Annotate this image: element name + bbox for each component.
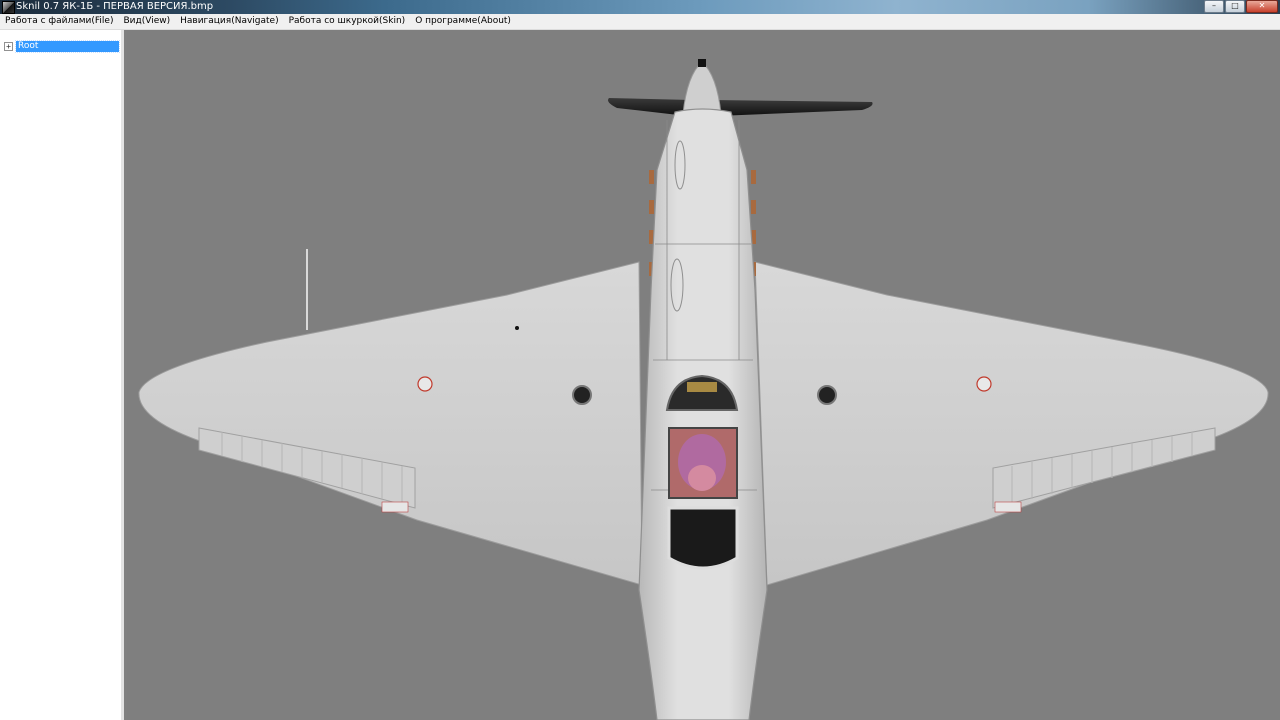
right-wing-marking — [976, 376, 992, 392]
window-title: Sknil 0.7 ЯК-1Б - ПЕРВАЯ ВЕРСИЯ.bmp — [16, 1, 214, 12]
aircraft-render — [138, 59, 1269, 720]
left-wing-marking — [417, 376, 433, 392]
left-wheel-port — [572, 385, 592, 405]
left-wing-rivet — [515, 326, 519, 330]
tree-root-node[interactable]: + Root — [4, 40, 120, 53]
menu-about[interactable]: О программе(About) — [410, 14, 516, 29]
fuselage — [638, 108, 768, 720]
tree-panel[interactable]: + Root — [0, 30, 124, 720]
propeller-right-blade — [712, 100, 873, 116]
tree-root-label[interactable]: Root — [15, 40, 120, 53]
menu-navigate[interactable]: Навигация(Navigate) — [175, 14, 283, 29]
spinner — [682, 61, 722, 115]
app-icon — [2, 1, 15, 14]
menu-file[interactable]: Работа с файлами(File) — [0, 14, 118, 29]
close-button[interactable]: ✕ — [1246, 0, 1278, 13]
expand-icon[interactable]: + — [4, 42, 13, 51]
maximize-button[interactable]: □ — [1225, 0, 1245, 13]
model-viewport[interactable] — [127, 30, 1280, 720]
title-bar[interactable]: Sknil 0.7 ЯК-1Б - ПЕРВАЯ ВЕРСИЯ.bmp – □ … — [0, 0, 1280, 14]
right-wing — [754, 261, 1269, 586]
menu-skin[interactable]: Работа со шкуркой(Skin) — [284, 14, 411, 29]
right-wheel-port — [817, 385, 837, 405]
pilot-head — [688, 465, 716, 491]
menu-view[interactable]: Вид(View) — [118, 14, 175, 29]
spinner-tip — [698, 59, 706, 67]
left-wing — [138, 261, 643, 586]
canopy-rear — [667, 506, 739, 570]
windscreen-frame — [687, 382, 717, 392]
window-controls: – □ ✕ — [1204, 0, 1278, 13]
left-stencil — [381, 501, 409, 513]
menu-bar: Работа с файлами(File) Вид(View) Навигац… — [0, 14, 1280, 30]
minimize-button[interactable]: – — [1204, 0, 1224, 13]
right-stencil — [994, 501, 1022, 513]
